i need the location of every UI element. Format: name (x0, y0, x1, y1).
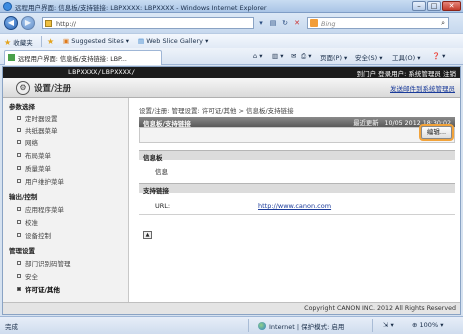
edit-button[interactable]: 编辑... (421, 126, 452, 139)
bing-logo-icon (310, 19, 318, 27)
info-board-label: 信息 (155, 168, 168, 176)
copyright: Copyright CANON INC. 2012 All Rights Res… (304, 305, 456, 312)
page-footer: Copyright CANON INC. 2012 All Rights Res… (3, 302, 460, 314)
canon-page-icon (8, 54, 15, 61)
zoom-level: 100% (419, 321, 439, 329)
title-bar: 远程用户界面: 信息板/支持链接: LBPXXXX: LBPXXXX - Win… (0, 0, 463, 13)
back-button[interactable]: ◀ (4, 16, 18, 30)
zoom-icon: ⊕ (412, 321, 418, 329)
address-bar: ◀ ▶ http:// ▾ ▤ ↻ ✕ Bing ⌕ (0, 13, 463, 33)
help-menu[interactable]: ❓ ▾ (432, 52, 445, 60)
feeds-icon[interactable]: ▥ ▾ (272, 52, 283, 60)
url-dropdown-icon[interactable]: ▾ (256, 18, 266, 28)
settings-gear-icon: ⚙ (16, 81, 30, 95)
tab-bar: 远程用户界面: 信息板/支持链接: LBP... ⌂ ▾ ▥ ▾ ✉ ⎙ ▾ 页… (0, 48, 463, 65)
security-zone[interactable]: Internet | 保护模式: 启用 (258, 321, 344, 331)
close-button[interactable]: ✕ (442, 1, 461, 11)
sidebar-item-timer[interactable]: 定时器设置 (17, 113, 58, 123)
info-board-header: 信息板 (139, 150, 455, 162)
sidebar-group-preferences: 参数选择 (9, 103, 35, 111)
globe-icon (258, 322, 266, 330)
favorites-label: 收藏夹 (13, 39, 33, 47)
compat-view-icon[interactable]: ▤ (268, 18, 278, 28)
url-text: http:// (56, 20, 76, 28)
page-icon (45, 20, 52, 27)
sidebar-item-user-maintenance[interactable]: 用户维护菜单 (17, 176, 64, 186)
maximize-button[interactable]: □ (427, 1, 441, 11)
protected-mode-icon[interactable]: ⇲ ▾ (383, 321, 394, 329)
feed-icon: ▣ (63, 37, 70, 45)
search-placeholder: Bing (321, 20, 336, 28)
ie-logo-icon (3, 2, 12, 11)
sidebar-item-calibration[interactable]: 校准 (17, 217, 38, 227)
page-menu[interactable]: 页面(P) ▾ (320, 52, 347, 62)
url-field[interactable]: http:// (42, 17, 254, 29)
main-content: 设置/注册: 管理设置: 许可证/其他 > 信息板/支持链接 信息板/支持链接 … (129, 98, 460, 302)
support-link-header: 支持链接 (139, 183, 455, 195)
window-title: 远程用户界面: 信息板/支持链接: LBPXXXX: LBPXXXX - Win… (15, 4, 267, 12)
divider (139, 214, 455, 215)
mail-icon[interactable]: ✉ (291, 52, 296, 60)
sidebar-item-device-control[interactable]: 设备控制 (17, 230, 51, 240)
divider (248, 319, 249, 332)
favorites-bar: ★ 收藏夹 ★ ▣ Suggested Sites ▾ ▤ Web Slice … (0, 33, 463, 48)
sidebar-group-management: 管理设置 (9, 247, 35, 255)
status-text: 完成 (5, 323, 18, 331)
tab-label: 远程用户界面: 信息板/支持链接: LBP... (18, 56, 127, 63)
support-url-link[interactable]: http://www.canon.com (258, 202, 331, 210)
stop-icon[interactable]: ✕ (292, 18, 302, 28)
header-links[interactable]: 到门户 登录用户: 系统管理员 注销 (357, 68, 456, 78)
panel-title-bar: 信息板/支持链接 最近更新 10/05 2012 18:30:02 (139, 117, 455, 128)
edit-area (139, 127, 455, 143)
suggested-sites-label: Suggested Sites ▾ (71, 37, 130, 45)
print-icon[interactable]: ⎙ ▾ (301, 52, 312, 61)
tab-remote-ui[interactable]: 远程用户界面: 信息板/支持链接: LBP... (4, 50, 162, 65)
app-header: LBPXXXX/LBPXXXX/ 到门户 登录用户: 系统管理员 注销 (3, 67, 460, 78)
safety-menu[interactable]: 安全(S) ▾ (355, 52, 383, 62)
divider (372, 319, 373, 332)
support-link-title: 支持链接 (143, 187, 169, 195)
sidebar-item-application[interactable]: 应用程序菜单 (17, 204, 64, 214)
search-box[interactable]: Bing ⌕ (307, 17, 449, 29)
sidebar-item-paper-feeder[interactable]: 共纸器菜单 (17, 125, 58, 135)
sidebar-item-layout[interactable]: 布局菜单 (17, 150, 51, 160)
web-slice-icon: ▤ (138, 37, 145, 45)
search-icon[interactable]: ⌕ (441, 19, 445, 28)
url-label: URL: (155, 202, 171, 210)
zone-label: Internet | 保护模式: 启用 (269, 323, 345, 331)
divider (41, 36, 42, 47)
star-icon: ★ (4, 38, 12, 47)
page-viewport: LBPXXXX/LBPXXXX/ 到门户 登录用户: 系统管理员 注销 ⚙ 设置… (2, 66, 461, 315)
forward-button[interactable]: ▶ (21, 16, 35, 30)
favorites-button[interactable]: ★ 收藏夹 (4, 37, 33, 47)
sidebar-item-security[interactable]: 安全 (17, 271, 38, 281)
minimize-button[interactable]: – (412, 1, 426, 11)
breadcrumb: 设置/注册: 管理设置: 许可证/其他 > 信息板/支持链接 (139, 107, 294, 115)
sidebar-item-quality[interactable]: 质量菜单 (17, 163, 51, 173)
home-icon[interactable]: ⌂ ▾ (253, 52, 262, 60)
sidebar-item-license-other[interactable]: 许可证/其他 (17, 284, 60, 294)
device-model: LBPXXXX/LBPXXXX/ (68, 68, 136, 76)
web-slice-gallery-link[interactable]: ▤ Web Slice Gallery ▾ (138, 37, 208, 45)
sidebar-item-network[interactable]: 网络 (17, 137, 38, 147)
tools-menu[interactable]: 工具(O) ▾ (392, 52, 421, 62)
add-favorite-icon[interactable]: ★ (47, 37, 54, 46)
sidebar-item-department-id[interactable]: 部门识别码管理 (17, 258, 71, 268)
web-slice-label: Web Slice Gallery ▾ (146, 37, 209, 45)
sidebar-group-output-control: 输出/控制 (9, 193, 38, 201)
back-to-top-icon[interactable]: ▲ (143, 231, 152, 239)
sidebar: 参数选择 定时器设置 共纸器菜单 网络 布局菜单 质量菜单 用户维护菜单 输出/… (3, 98, 129, 302)
mode-title: 设置/注册 (34, 84, 72, 94)
last-updated-label: 最近更新 (353, 120, 379, 127)
status-bar: 完成 Internet | 保护模式: 启用 ⇲ ▾ ⊕ 100% ▾ (0, 316, 463, 334)
mode-header: ⚙ 设置/注册 发送邮件到系统管理员 (3, 78, 460, 98)
info-board-title: 信息板 (143, 154, 163, 162)
suggested-sites-link[interactable]: ▣ Suggested Sites ▾ (63, 37, 129, 45)
refresh-icon[interactable]: ↻ (280, 18, 290, 28)
zoom-control[interactable]: ⊕ 100% ▾ (412, 321, 443, 329)
mail-admin-link[interactable]: 发送邮件到系统管理员 (390, 83, 455, 93)
